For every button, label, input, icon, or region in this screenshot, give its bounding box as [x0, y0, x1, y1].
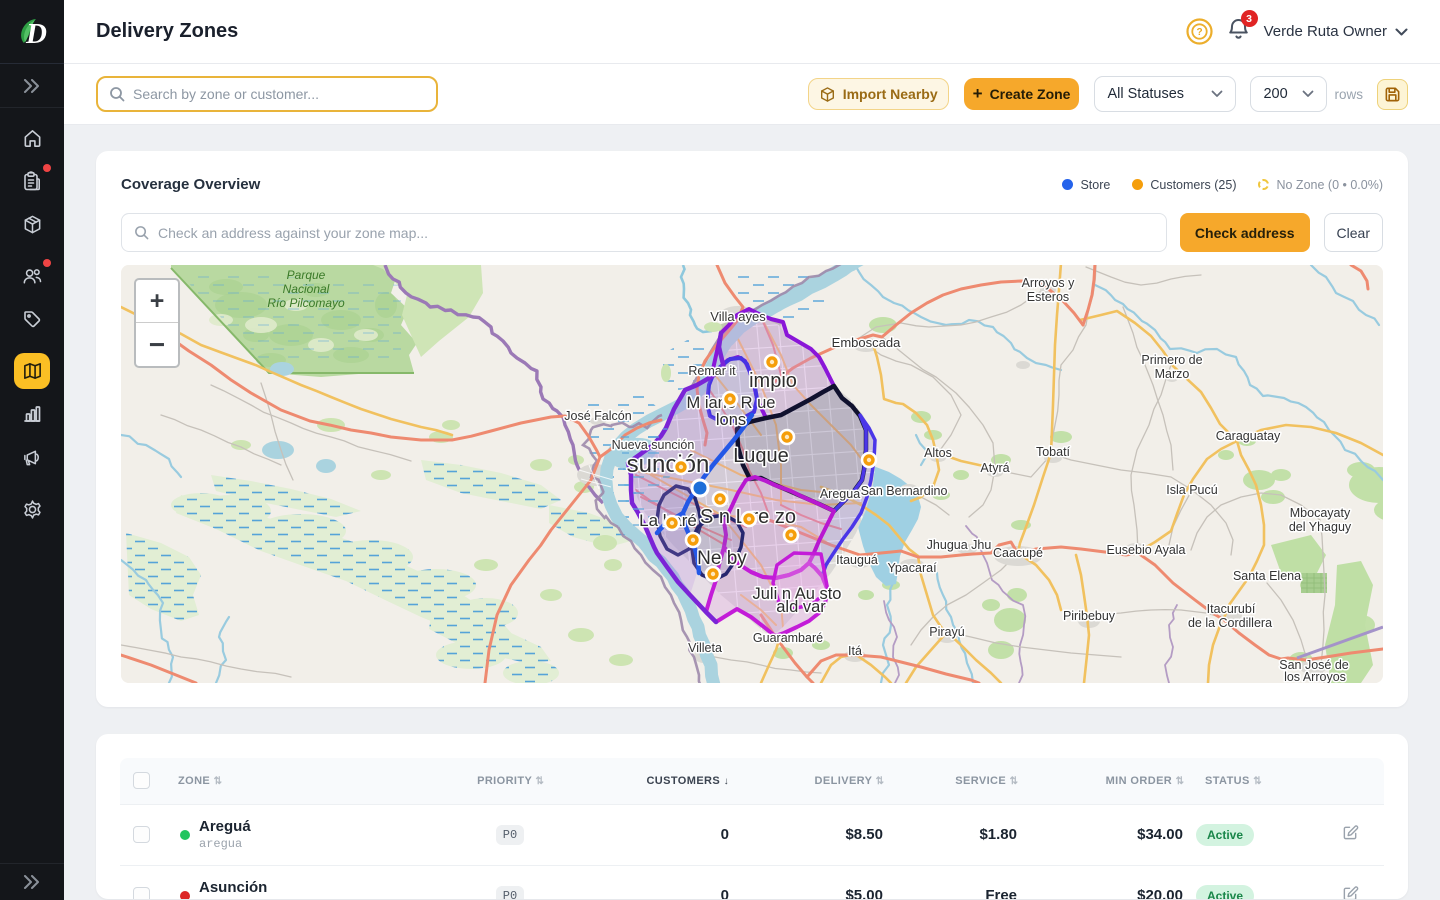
svg-text:Aregua: Aregua	[820, 487, 860, 501]
svg-text:los Arroyos: los Arroyos	[1284, 670, 1346, 683]
svg-text:Itauguá: Itauguá	[836, 553, 878, 567]
svg-text:del Yhaguy: del Yhaguy	[1289, 520, 1352, 534]
svg-text:Arroyos y: Arroyos y	[1022, 276, 1076, 290]
svg-text:Emboscada: Emboscada	[832, 335, 901, 350]
svg-text:lons: lons	[716, 411, 746, 429]
svg-text:Altos: Altos	[924, 446, 952, 460]
svg-text:Santa Elena: Santa Elena	[1233, 569, 1301, 583]
svg-text:ald var: ald var	[776, 598, 826, 616]
svg-text:D: D	[25, 18, 47, 50]
svg-text:Atyrá: Atyrá	[980, 461, 1009, 475]
svg-text:sunción: sunción	[627, 451, 710, 478]
svg-text:?: ?	[1196, 27, 1202, 38]
svg-text:Nueva sunción: Nueva sunción	[612, 438, 695, 452]
svg-text:impio: impio	[749, 370, 797, 392]
svg-text:Villa ayes: Villa ayes	[710, 309, 766, 324]
svg-text:Luque: Luque	[733, 445, 789, 467]
svg-text:Río Pilcomayo: Río Pilcomayo	[267, 296, 345, 310]
svg-text:Primero de: Primero de	[1141, 353, 1202, 367]
svg-text:Parque: Parque	[287, 268, 326, 282]
svg-text:Guarambaré: Guarambaré	[753, 631, 823, 645]
svg-text:San Bernardino: San Bernardino	[861, 484, 948, 498]
svg-text:Tobatí: Tobatí	[1036, 445, 1071, 459]
svg-text:Remar it: Remar it	[688, 364, 736, 378]
svg-text:Ne by: Ne by	[697, 548, 747, 569]
svg-text:Nacional: Nacional	[283, 282, 330, 296]
svg-text:Villeta: Villeta	[688, 641, 722, 655]
svg-text:Itacurubí: Itacurubí	[1207, 602, 1256, 616]
svg-text:Caraguatay: Caraguatay	[1216, 429, 1281, 443]
svg-text:Pirayú: Pirayú	[929, 625, 964, 639]
svg-text:Caacupé: Caacupé	[993, 546, 1043, 560]
svg-text:Piribebuy: Piribebuy	[1063, 609, 1116, 623]
svg-text:Mbocayaty: Mbocayaty	[1290, 506, 1351, 520]
svg-text:Isla Pucú: Isla Pucú	[1166, 483, 1217, 497]
svg-text:Ypacaraí: Ypacaraí	[887, 561, 937, 575]
svg-text:Itá: Itá	[848, 644, 862, 658]
svg-text:Esteros: Esteros	[1027, 290, 1069, 304]
svg-text:Marzo: Marzo	[1155, 367, 1190, 381]
svg-text:José Falcón: José Falcón	[564, 409, 631, 423]
svg-text:Eusebio Ayala: Eusebio Ayala	[1107, 543, 1186, 557]
svg-text:Jhugua Jhu: Jhugua Jhu	[927, 538, 992, 552]
svg-text:de la Cordillera: de la Cordillera	[1188, 616, 1272, 630]
